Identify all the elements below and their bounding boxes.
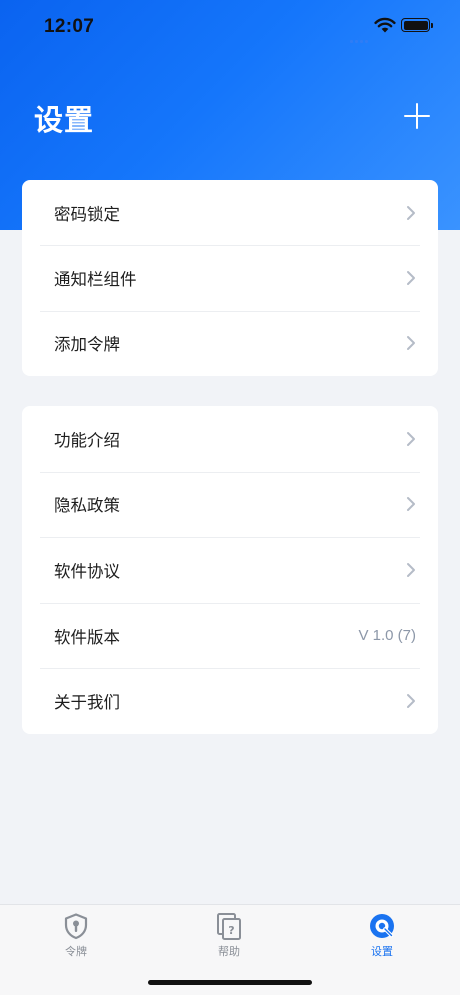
settings-row-notification-widget[interactable]: 通知栏组件 — [22, 245, 438, 310]
chevron-right-icon — [407, 694, 415, 709]
settings-row-add-token[interactable]: 添加令牌 — [22, 310, 438, 376]
chevron-right-icon — [407, 431, 415, 446]
chevron-right-icon — [407, 205, 415, 220]
plus-icon[interactable] — [404, 103, 430, 129]
tab-help[interactable]: ? 帮助 — [189, 912, 269, 959]
chevron-right-icon — [407, 562, 415, 577]
row-label: 软件协议 — [54, 561, 120, 581]
chevron-right-icon — [407, 270, 415, 285]
status-bar: 12:07 — [0, 0, 460, 54]
row-label: 软件版本 — [54, 627, 120, 647]
row-label: 关于我们 — [54, 693, 120, 713]
settings-row-software-version: 软件版本 V 1.0 (7) — [22, 602, 438, 669]
settings-row-features[interactable]: 功能介绍 — [22, 406, 438, 472]
row-label: 密码锁定 — [54, 204, 120, 224]
home-indicator[interactable] — [148, 980, 312, 985]
tab-settings[interactable]: 设置 — [342, 912, 422, 959]
tab-label: 帮助 — [218, 945, 240, 958]
tab-tokens[interactable]: 令牌 — [36, 912, 116, 959]
status-time: 12:07 — [44, 16, 95, 37]
row-label: 通知栏组件 — [54, 269, 137, 289]
tab-label: 令牌 — [65, 945, 87, 958]
version-value: V 1.0 (7) — [358, 627, 416, 645]
wrench-gear-icon — [370, 914, 394, 938]
wifi-icon — [374, 17, 396, 33]
battery-icon — [401, 18, 433, 32]
shield-key-icon — [64, 913, 88, 940]
tab-label: 设置 — [371, 945, 393, 958]
row-label: 功能介绍 — [54, 430, 120, 450]
svg-text:?: ? — [228, 924, 234, 937]
settings-row-password-lock[interactable]: 密码锁定 — [22, 180, 438, 245]
settings-row-software-agreement[interactable]: 软件协议 — [22, 537, 438, 603]
row-label: 隐私政策 — [54, 496, 120, 516]
settings-group-about: 功能介绍 隐私政策 软件协议 软件版本 V 1.0 (7) 关于我们 — [22, 406, 438, 734]
settings-row-about-us[interactable]: 关于我们 — [22, 668, 438, 734]
help-pages-icon: ? — [217, 913, 241, 940]
settings-row-privacy-policy[interactable]: 隐私政策 — [22, 471, 438, 538]
page-title: 设置 — [34, 103, 95, 137]
cellular-signal-icon — [350, 28, 370, 47]
chevron-right-icon — [407, 497, 415, 512]
chevron-right-icon — [407, 336, 415, 351]
settings-group-security: 密码锁定 通知栏组件 添加令牌 — [22, 180, 438, 376]
row-label: 添加令牌 — [54, 335, 120, 355]
